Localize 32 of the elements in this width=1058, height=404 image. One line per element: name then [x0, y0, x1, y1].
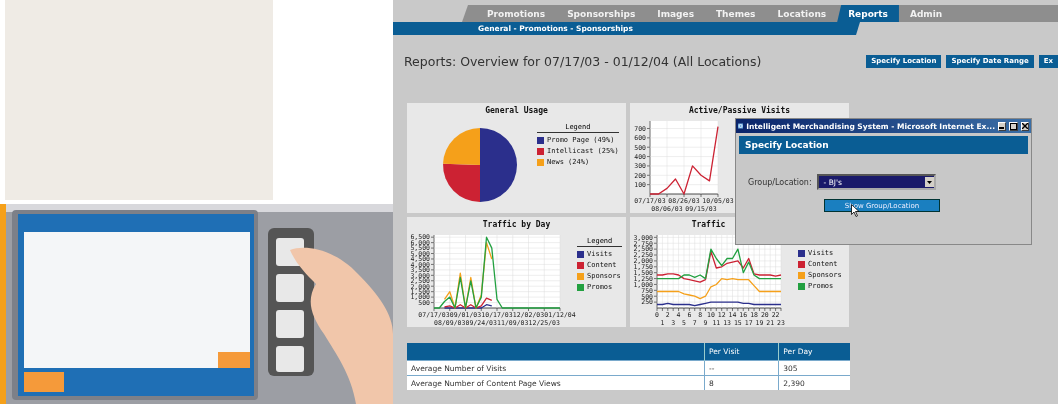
browser-icon — [738, 121, 744, 131]
chart-title: Active/Passive Visits — [688, 106, 791, 117]
legend-swatch — [577, 272, 584, 280]
close-button[interactable] — [1021, 121, 1029, 131]
legend-swatch — [798, 260, 805, 268]
nav-tab[interactable]: Locations — [766, 5, 838, 22]
nav-tab[interactable]: Themes — [705, 5, 767, 22]
legend-swatch — [537, 136, 544, 144]
legend-swatch — [577, 261, 584, 269]
nav-tab[interactable]: Sponsorships — [556, 5, 647, 22]
legend-swatch — [798, 271, 805, 279]
close-icon — [1022, 123, 1028, 129]
maximize-button[interactable] — [1009, 121, 1018, 131]
chart-title: Traffic — [691, 220, 726, 231]
nav-tab[interactable]: Promotions — [476, 5, 557, 22]
legend-swatch — [798, 282, 805, 290]
nav-tab[interactable]: Admin — [898, 5, 954, 22]
nav-tab[interactable]: Images — [646, 5, 705, 22]
legend-swatch — [537, 147, 544, 155]
chart-title: Traffic by Day — [482, 220, 551, 231]
legend-swatch — [577, 283, 584, 291]
caret-icon — [926, 180, 932, 184]
dialog-header: Specify Location — [739, 136, 1028, 154]
page-title: Reports: Overview for 07/17/03 - 01/12/04 (All Locations) — [404, 53, 762, 69]
legend-swatch — [798, 249, 805, 257]
chart-title: General Usage — [485, 106, 548, 117]
legend-swatch — [537, 158, 544, 166]
legend-swatch — [577, 250, 584, 258]
maximize-icon — [1010, 122, 1017, 130]
nav-tab[interactable]: Reports — [837, 5, 899, 22]
minimize-button[interactable] — [998, 121, 1006, 131]
field-label: Group/Location: — [748, 177, 812, 187]
